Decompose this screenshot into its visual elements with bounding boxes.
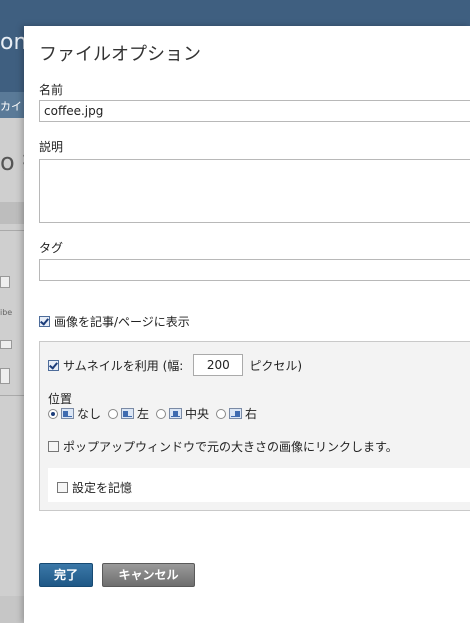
position-right-label: 右: [245, 407, 258, 421]
position-left-radio[interactable]: [108, 408, 119, 419]
position-radio-group: なし 左 中央 右: [48, 405, 257, 422]
remember-settings-label: 設定を記憶: [72, 481, 133, 495]
done-button[interactable]: 完了: [39, 563, 93, 587]
remember-settings-option[interactable]: 設定を記憶: [57, 479, 132, 496]
position-left-label: 左: [137, 407, 150, 421]
align-right-icon: [229, 408, 243, 419]
background-nav-fragment: カイ: [0, 100, 22, 113]
image-options-panel: サムネイルを利用 (幅: 200 ピクセル) 位置 なし 左 中央 右 ポップア…: [39, 341, 470, 511]
thumbnail-checkbox[interactable]: [48, 359, 59, 371]
background-document-icon: [0, 276, 10, 288]
name-field[interactable]: coffee.jpg: [39, 100, 470, 122]
cancel-button[interactable]: キャンセル: [102, 563, 195, 587]
remember-settings-box: 設定を記憶: [48, 468, 470, 502]
thumbnail-label: サムネイルを利用 (幅:: [63, 358, 184, 373]
align-center-icon: [169, 408, 183, 419]
file-options-dialog: ファイルオプション 名前 coffee.jpg 説明 タグ 画像を記事/ページに…: [24, 26, 470, 623]
position-center-radio[interactable]: [156, 408, 167, 419]
description-field[interactable]: [39, 159, 470, 223]
position-right-radio[interactable]: [216, 408, 227, 419]
thumbnail-unit-label: ピクセル): [249, 358, 302, 373]
thumbnail-option[interactable]: サムネイルを利用 (幅: 200 ピクセル): [48, 354, 302, 376]
remember-settings-checkbox[interactable]: [57, 482, 68, 493]
popup-link-checkbox[interactable]: [48, 441, 59, 452]
dialog-title: ファイルオプション: [39, 44, 201, 65]
position-none-label: なし: [77, 407, 102, 421]
show-in-post-option[interactable]: 画像を記事/ページに表示: [39, 313, 190, 330]
position-center-label: 中央: [185, 407, 210, 421]
background-control-icon: [0, 340, 12, 349]
tags-label: タグ: [39, 241, 64, 255]
align-none-icon: [61, 408, 74, 419]
thumbnail-width-input[interactable]: 200: [193, 354, 244, 376]
show-in-post-checkbox[interactable]: [39, 316, 50, 327]
show-in-post-label: 画像を記事/ページに表示: [54, 315, 190, 329]
position-none-radio[interactable]: [48, 408, 58, 419]
popup-link-option[interactable]: ポップアップウィンドウで元の大きさの画像にリンクします。: [48, 438, 398, 455]
tags-field[interactable]: [39, 259, 470, 281]
align-left-icon: [121, 408, 135, 419]
description-label: 説明: [39, 140, 64, 154]
background-widget-icon: [0, 368, 10, 384]
popup-link-label: ポップアップウィンドウで元の大きさの画像にリンクします。: [63, 440, 398, 454]
name-label: 名前: [39, 83, 64, 97]
background-small-text: ibe: [0, 308, 13, 317]
